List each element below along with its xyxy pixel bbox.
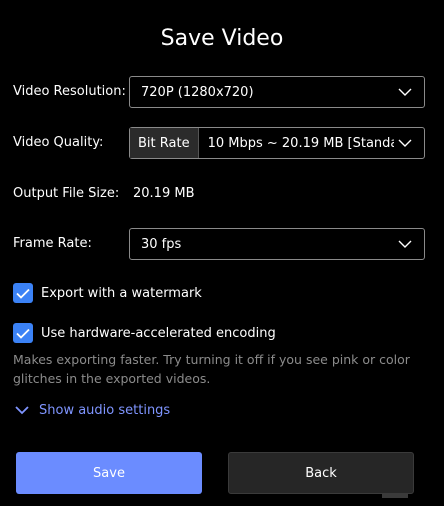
- back-button[interactable]: Back: [228, 452, 414, 494]
- chevron-down-icon: [15, 406, 29, 415]
- bitrate-mode-tag[interactable]: Bit Rate: [130, 128, 199, 158]
- output-size-value: 20.19 MB: [133, 186, 195, 201]
- checkmark-icon: [16, 328, 30, 339]
- resolution-label: Video Resolution:: [13, 84, 126, 99]
- dialog-title: Save Video: [160, 26, 284, 51]
- show-audio-settings-toggle[interactable]: Show audio settings: [15, 403, 170, 418]
- frame-rate-label: Frame Rate:: [13, 236, 92, 251]
- hw-encoding-checkbox-row[interactable]: Use hardware-accelerated encoding: [13, 323, 276, 343]
- watermark-checkbox-row[interactable]: Export with a watermark: [13, 283, 202, 303]
- resolution-select[interactable]: 720P (1280x720): [129, 76, 425, 108]
- hw-encoding-label: Use hardware-accelerated encoding: [41, 325, 276, 341]
- chevron-down-icon: [394, 81, 416, 103]
- resolution-value: 720P (1280x720): [141, 84, 254, 100]
- save-button[interactable]: Save: [16, 452, 202, 494]
- window-corner-mark: [382, 494, 408, 498]
- hw-encoding-checkbox[interactable]: [13, 323, 33, 343]
- output-size-label: Output File Size:: [13, 186, 120, 201]
- quality-select[interactable]: Bit Rate 10 Mbps ~ 20.19 MB [Standard: [129, 127, 425, 159]
- quality-label: Video Quality:: [13, 135, 104, 150]
- watermark-checkbox[interactable]: [13, 283, 33, 303]
- frame-rate-value: 30 fps: [141, 236, 182, 252]
- chevron-down-icon: [394, 132, 416, 154]
- watermark-label: Export with a watermark: [41, 285, 202, 301]
- chevron-down-icon: [394, 233, 416, 255]
- frame-rate-select[interactable]: 30 fps: [129, 228, 425, 260]
- show-audio-settings-label: Show audio settings: [39, 403, 171, 418]
- checkmark-icon: [16, 288, 30, 299]
- hw-encoding-hint: Makes exporting faster. Try turning it o…: [13, 352, 410, 386]
- quality-value: 10 Mbps ~ 20.19 MB [Standard: [207, 135, 394, 151]
